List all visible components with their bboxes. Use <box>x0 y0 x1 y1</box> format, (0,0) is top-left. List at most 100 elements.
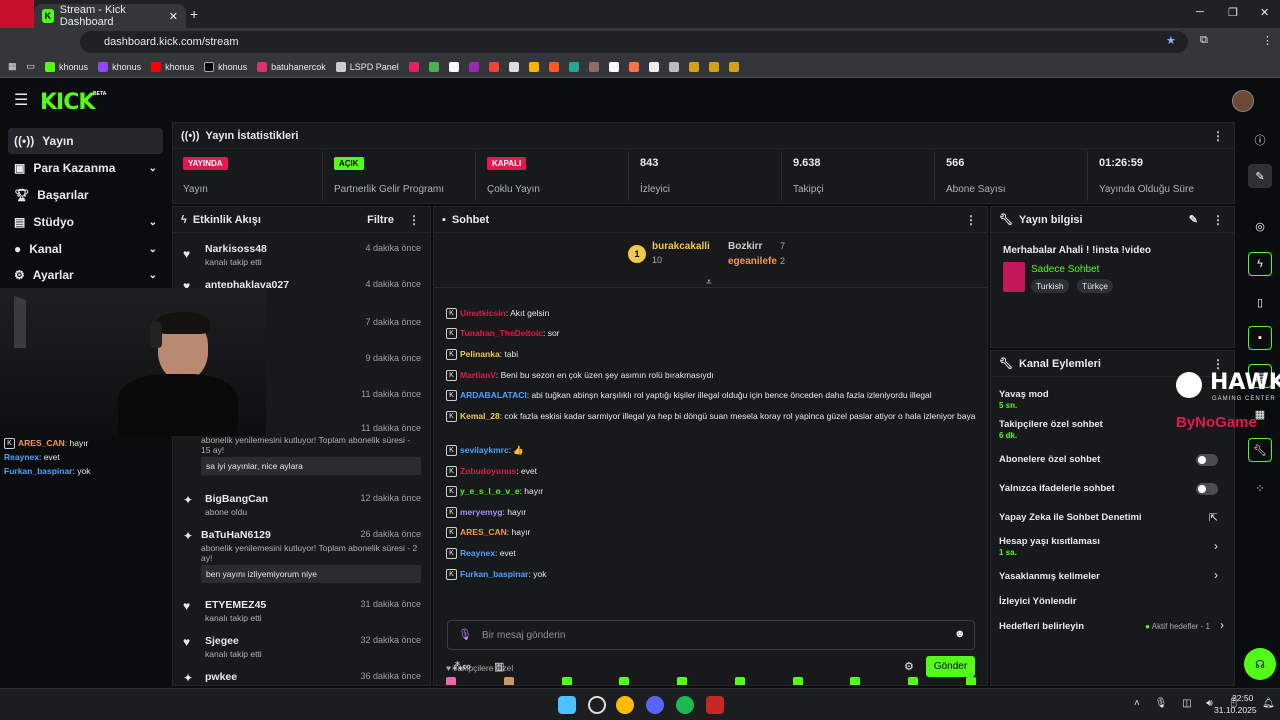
store-icon[interactable]: ▥ <box>494 660 504 673</box>
menu-icon[interactable]: ⋮ <box>1262 34 1273 47</box>
chat-username[interactable]: y_e_s_l_o_v_e <box>460 486 520 496</box>
spotify-icon[interactable] <box>676 696 694 714</box>
kebab-icon[interactable]: ⋮ <box>965 213 977 227</box>
apps-icon[interactable]: ⁘ <box>1248 476 1272 500</box>
search-icon[interactable] <box>588 696 606 714</box>
chatter-avatar[interactable] <box>677 677 688 685</box>
wrench-icon[interactable]: 🔧︎ <box>1248 438 1272 462</box>
send-button[interactable]: Gönder <box>926 656 975 677</box>
bookmark-icon[interactable] <box>608 61 619 72</box>
sidebar-item-yayin[interactable]: ((•)) Yayın <box>8 128 163 154</box>
chat-username[interactable]: ARES_CAN <box>460 527 507 537</box>
leader-name[interactable]: Bozkirr <box>728 241 762 252</box>
bookmark-icon[interactable] <box>568 61 579 72</box>
new-tab-icon[interactable]: + <box>190 6 198 22</box>
bookmark-icon[interactable] <box>728 61 739 72</box>
support-icon[interactable]: ☊ <box>1244 648 1276 680</box>
bookmark-icon[interactable] <box>708 61 719 72</box>
emoji-icon[interactable]: ☻ <box>954 628 966 640</box>
extensions-icon[interactable]: ⧉ <box>1200 34 1208 47</box>
activity-name[interactable]: BigBangCan <box>205 493 268 505</box>
activity-name[interactable]: ETYEMEZ45 <box>205 599 266 611</box>
maximize-icon[interactable]: ❐ <box>1228 6 1238 19</box>
folder-icon[interactable]: ▭ <box>27 61 36 72</box>
category-link[interactable]: Sadece Sohbet <box>1031 264 1099 275</box>
chat-username[interactable]: ARDABALATACI <box>460 390 527 400</box>
emotes-only-toggle[interactable] <box>1196 483 1218 495</box>
chat-settings-icon[interactable]: ⚙ <box>904 660 914 673</box>
bookmark[interactable]: batuhanercok <box>257 61 326 72</box>
chatter-avatar[interactable] <box>908 677 919 685</box>
notification-icon[interactable]: 🔔︎ <box>1262 698 1275 709</box>
chat-username[interactable]: sevilaykmrc <box>460 445 509 455</box>
close-tab-icon[interactable]: ✕ <box>169 10 178 23</box>
activity-name[interactable]: pwkee <box>205 671 237 683</box>
windows-start-icon[interactable] <box>558 696 576 714</box>
bookmark-icon[interactable] <box>488 61 499 72</box>
subscribers-only-toggle[interactable] <box>1196 454 1218 466</box>
bookmark-icon[interactable] <box>588 61 599 72</box>
chevron-right-icon[interactable]: › <box>1214 568 1218 582</box>
kebab-icon[interactable]: ⋮ <box>1212 213 1224 227</box>
chatter-avatar[interactable] <box>446 677 456 685</box>
chat-input-box[interactable]: 🎙︎ Bir mesaj gönderin ☻ <box>447 620 975 650</box>
bookmark-icon[interactable] <box>428 61 439 72</box>
chat-username[interactable]: meryemyg <box>460 507 503 517</box>
chat-username[interactable]: Pelinanka <box>460 349 500 359</box>
apps-icon[interactable]: ▦ <box>8 61 17 72</box>
bookmark-icon[interactable] <box>508 61 519 72</box>
chevron-right-icon[interactable]: › <box>1220 618 1224 632</box>
bookmark-icon[interactable] <box>688 61 699 72</box>
external-link-icon[interactable]: ⇱ <box>1209 511 1218 524</box>
chatter-avatar[interactable] <box>561 677 572 685</box>
filter-button[interactable]: Filtre <box>367 214 394 226</box>
info-icon[interactable]: ⓘ <box>1248 128 1272 152</box>
tag[interactable]: Turkish <box>1031 279 1069 293</box>
app-icon[interactable] <box>706 696 724 714</box>
chat-username[interactable]: MartianV <box>460 370 496 380</box>
bookmark-icon[interactable] <box>628 61 639 72</box>
bookmark-icon[interactable] <box>548 61 559 72</box>
sidebar-item-studyo[interactable]: ▤ Stüdyo ⌄ <box>8 209 163 235</box>
browser-tab[interactable]: K Stream - Kick Dashboard ✕ <box>34 4 186 28</box>
close-window-icon[interactable]: ✕ <box>1260 6 1269 19</box>
activity-name[interactable]: BaTuHaN6129 <box>201 529 271 541</box>
minimize-icon[interactable]: ─ <box>1196 6 1204 18</box>
bookmark-icon[interactable] <box>448 61 459 72</box>
chrome-icon[interactable] <box>616 696 634 714</box>
kebab-icon[interactable]: ⋮ <box>408 213 420 227</box>
emotes-icon[interactable]: ⁂∞ <box>452 660 471 673</box>
chatter-avatar[interactable] <box>619 677 630 685</box>
chatter-avatar[interactable] <box>503 677 514 685</box>
chat-username[interactable]: Tunahan_TheDeltoic <box>460 328 543 338</box>
sidebar-item-kanal[interactable]: ● Kanal ⌄ <box>8 236 163 262</box>
kick-logo[interactable]: KICK <box>40 90 95 115</box>
bookmark[interactable]: LSPD Panel <box>335 61 399 72</box>
discord-icon[interactable] <box>646 696 664 714</box>
chat-username[interactable]: Zobudoyunus <box>460 466 516 476</box>
bookmark[interactable]: khonus <box>204 61 247 72</box>
sidebar-item-para-kazanma[interactable]: ▣ Para Kazanma ⌄ <box>8 155 163 181</box>
bolt-icon[interactable]: ϟ <box>1248 252 1272 276</box>
bookmark-icon[interactable] <box>468 61 479 72</box>
activity-name[interactable]: Narkisoss48 <box>205 243 267 255</box>
bookmark-icon[interactable] <box>668 61 679 72</box>
chatter-avatar[interactable] <box>792 677 803 685</box>
leader-name[interactable]: egeanilefe <box>728 256 777 267</box>
leader-name[interactable]: burakcakalli <box>652 241 710 252</box>
sidebar-item-basarilar[interactable]: 🏆︎ Başarılar <box>8 182 163 208</box>
bookmark[interactable]: khonus <box>45 61 88 72</box>
hamburger-icon[interactable]: ☰ <box>14 90 28 110</box>
sidebar-item-ayarlar[interactable]: ⚙ Ayarlar ⌄ <box>8 262 163 288</box>
chat-username[interactable]: Umutkicsin <box>460 308 506 318</box>
bookmark[interactable]: khonus <box>98 61 141 72</box>
document-icon[interactable]: ▯ <box>1248 290 1272 314</box>
edit-icon[interactable]: ✎ <box>1189 213 1198 226</box>
camera-icon[interactable]: ◎ <box>1248 214 1272 238</box>
kebab-icon[interactable]: ⋮ <box>1212 129 1224 143</box>
chatter-avatar[interactable] <box>734 677 745 685</box>
chatter-avatar[interactable] <box>965 677 976 685</box>
tag[interactable]: Türkçe <box>1077 279 1113 293</box>
user-avatar[interactable] <box>1232 90 1254 112</box>
bookmark-icon[interactable] <box>408 61 419 72</box>
